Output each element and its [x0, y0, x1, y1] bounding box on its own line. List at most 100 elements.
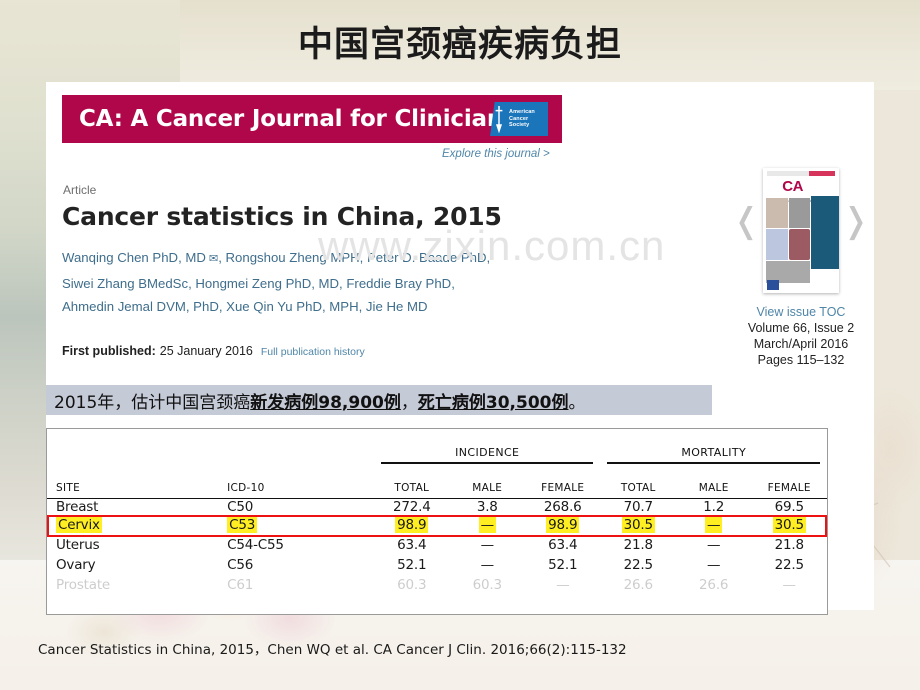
- first-published-row: First published: 25 January 2016 Full publ…: [62, 344, 365, 358]
- author-list: Wanqing Chen PhD, MD ✉, Rongshou Zheng M…: [62, 246, 662, 319]
- carousel-next-arrow-icon[interactable]: ❭: [842, 204, 871, 238]
- col-header-icd10: ICD-10: [227, 482, 265, 494]
- acs-line-2: Cancer: [509, 115, 529, 122]
- american-cancer-society-logo: American Cancer Society: [490, 102, 548, 136]
- cell-mor-female: 22.5: [774, 557, 804, 573]
- col-header-inc-female: FEMALE: [541, 482, 585, 494]
- cover-photo-3: [766, 229, 788, 260]
- col-header-site: SITE: [56, 482, 81, 494]
- cell-mor-male: 26.6: [699, 577, 729, 593]
- cover-top-bar: [767, 171, 835, 176]
- cell-inc-female: 98.9: [546, 517, 580, 533]
- issue-volume: Volume 66, Issue 2: [747, 321, 855, 335]
- cell-mor-female: —: [782, 577, 797, 593]
- article-type-label: Article: [63, 183, 97, 197]
- table-row: Prostate C61 60.3 60.3 — 26.6 26.6 —: [47, 575, 827, 595]
- cover-photo-2: [789, 198, 810, 228]
- author-line-1: Wanqing Chen PhD, MD ✉, Rongshou Zheng M…: [62, 246, 662, 272]
- annotation-suffix: 。: [568, 392, 586, 413]
- cell-mor-total: 21.8: [623, 537, 653, 553]
- article-title: Cancer statistics in China, 2015: [62, 202, 502, 231]
- cell-site: Prostate: [56, 577, 111, 593]
- column-header-row: SITE ICD-10 TOTAL MALE FEMALE TOTAL MALE…: [47, 464, 827, 498]
- issue-sidebar: ❬ ❭ CAA Cancer Journal for Clinicians Vi…: [732, 168, 870, 368]
- cell-icd: C56: [227, 557, 254, 573]
- cell-site: Breast: [56, 499, 99, 515]
- table-body: Breast C50 272.4 3.8 268.6 70.7 1.2 69.5 Cervix C…: [47, 499, 827, 596]
- author-line-2: Siwei Zhang BMedSc, Hongmei Zeng PhD, MD…: [62, 275, 455, 291]
- page-title: 中国宫颈癌疾病负担: [297, 25, 622, 65]
- issue-date: March/April 2016: [753, 337, 849, 351]
- annotation-text: 2015年，估计中国宫颈癌新发病例98,900例，死亡病例30,500例。: [54, 388, 585, 413]
- sword-icon: [495, 106, 503, 133]
- view-issue-toc-link[interactable]: View issue TOC: [736, 304, 866, 320]
- cell-inc-total: 52.1: [397, 557, 427, 573]
- carousel-prev-arrow-icon[interactable]: ❬: [732, 204, 761, 238]
- cell-mor-female: 69.5: [774, 499, 804, 515]
- cell-icd: C61: [227, 577, 254, 593]
- group-header-row: INCIDENCE MORTALITY: [47, 429, 827, 462]
- cell-mor-female: 30.5: [772, 517, 806, 533]
- cell-site: Cervix: [56, 517, 102, 533]
- table-row: Breast C50 272.4 3.8 268.6 70.7 1.2 69.5: [47, 499, 827, 515]
- cell-mor-male: 1.2: [703, 499, 725, 515]
- annotation-middle: ，: [400, 392, 418, 413]
- col-header-mor-total: TOTAL: [620, 482, 656, 494]
- cell-inc-total: 63.4: [397, 537, 427, 553]
- annotation-prefix: 2015年，估计中国宫颈癌: [54, 392, 251, 413]
- acs-line-3: Society: [509, 122, 530, 129]
- group-header-mortality: MORTALITY: [681, 446, 747, 459]
- email-icon[interactable]: ✉: [206, 253, 218, 265]
- cell-inc-male: —: [480, 537, 495, 553]
- author-line-3: Ahmedin Jemal DVM, PhD, Xue Qin Yu PhD, …: [62, 299, 428, 314]
- table-head: INCIDENCE MORTALITY SITE ICD-10 TOTAL MA…: [47, 429, 827, 499]
- journal-masthead-title: CA: A Cancer Journal for Clinicians: [79, 106, 517, 132]
- cell-inc-female: 63.4: [548, 537, 578, 553]
- table-row: Uterus C54-C55 63.4 — 63.4 21.8 — 21.8: [47, 535, 827, 555]
- cell-mor-male: —: [707, 537, 721, 553]
- col-header-inc-male: MALE: [472, 482, 503, 494]
- cell-inc-male: —: [480, 557, 495, 573]
- cell-site: Ovary: [56, 557, 96, 573]
- author-line-1-rest: , Rongshou Zheng MPH, Peter D. Baade PhD…: [218, 250, 491, 265]
- annotation-emphasis-mortality: 死亡病例30,500例: [417, 392, 569, 413]
- cell-inc-female: 268.6: [543, 499, 582, 515]
- cover-logo-text: CA: [782, 178, 803, 195]
- first-published-label: First published:: [62, 344, 156, 358]
- cell-mor-total: 26.6: [623, 577, 653, 593]
- cell-mor-total: 30.5: [621, 517, 655, 533]
- col-header-mor-female: FEMALE: [767, 482, 811, 494]
- first-published-date: 25 January 2016: [159, 344, 253, 358]
- explore-journal-link[interactable]: Explore this journal >: [442, 148, 550, 160]
- cell-icd: C54-C55: [227, 537, 284, 553]
- issue-cover-thumbnail[interactable]: CAA Cancer Journal for Clinicians: [763, 168, 839, 293]
- cell-mor-female: 21.8: [774, 537, 804, 553]
- col-header-mor-male: MALE: [698, 482, 729, 494]
- cell-inc-male: 60.3: [472, 577, 502, 593]
- acs-line-1: American: [509, 109, 535, 116]
- group-header-incidence: INCIDENCE: [455, 446, 520, 459]
- cover-photo-1: [766, 198, 788, 228]
- journal-masthead: CA: A Cancer Journal for Clinicians Amer…: [62, 95, 562, 143]
- cell-inc-female: —: [556, 577, 570, 593]
- cancer-statistics-table: INCIDENCE MORTALITY SITE ICD-10 TOTAL MA…: [46, 428, 828, 615]
- cover-photo-4: [789, 229, 810, 260]
- table-row: Ovary C56 52.1 — 52.1 22.5 — 22.5: [47, 555, 827, 575]
- cell-inc-male: —: [478, 517, 496, 533]
- author-primary[interactable]: Wanqing Chen PhD, MD: [62, 250, 206, 265]
- issue-pages: Pages 115–132: [757, 353, 845, 367]
- annotation-emphasis-incidence: 新发病例98,900例: [250, 392, 401, 413]
- cell-inc-total: 272.4: [392, 499, 431, 515]
- cell-mor-total: 22.5: [623, 557, 653, 573]
- table-row: Cervix C53 98.9 — 98.9 30.5 — 30.5: [47, 515, 827, 535]
- slide-canvas: 中国宫颈癌疾病负担 CA: A Cancer Journal for Clini…: [0, 0, 920, 690]
- issue-cover-carousel: ❬ ❭ CAA Cancer Journal for Clinicians: [732, 168, 870, 300]
- cell-mor-male: —: [705, 517, 723, 533]
- cell-inc-total: 60.3: [397, 577, 427, 593]
- acs-logo-text: American Cancer Society: [509, 109, 535, 129]
- col-header-inc-total: TOTAL: [394, 482, 430, 494]
- publication-history-link[interactable]: Full publication history: [261, 346, 365, 358]
- cell-inc-female: 52.1: [548, 557, 578, 573]
- cover-side-column: [811, 196, 839, 269]
- annotation-banner: 2015年，估计中国宫颈癌新发病例98,900例，死亡病例30,500例。: [46, 385, 712, 415]
